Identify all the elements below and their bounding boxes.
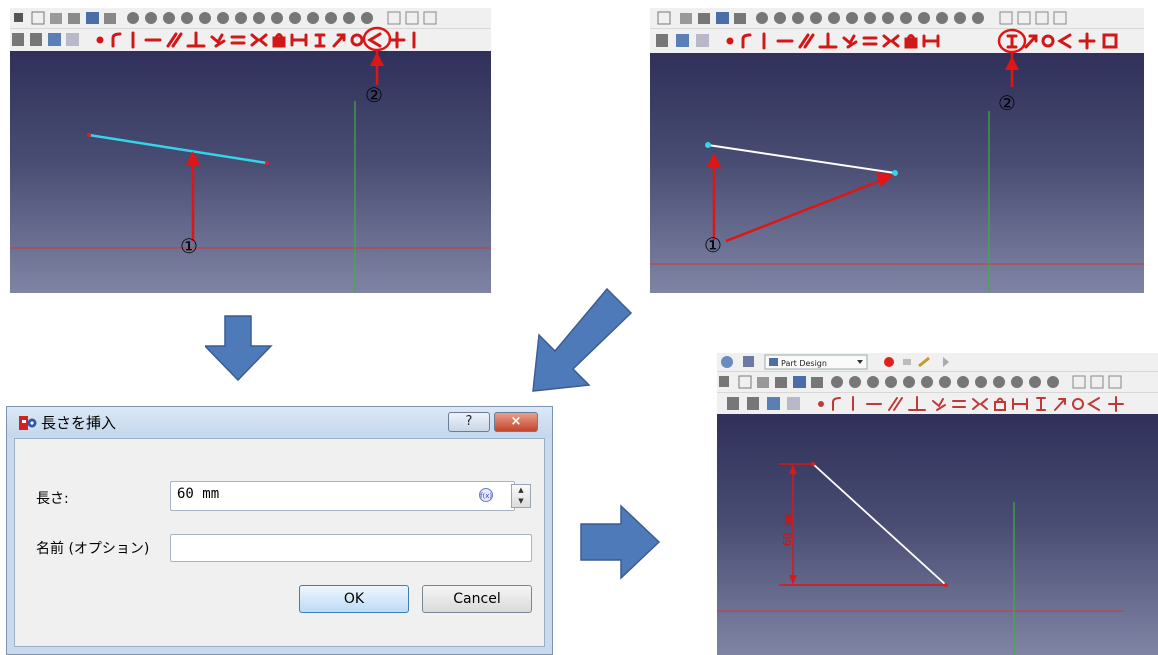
line-end-point — [265, 161, 269, 165]
sketch-canvas — [10, 51, 491, 293]
arrow-head-2 — [370, 52, 384, 66]
sketcher-constraint-icons — [727, 396, 1124, 412]
pointer-arrow-1b — [725, 178, 883, 243]
highlight-overlay — [997, 28, 1027, 70]
freecad-logo-icon — [19, 416, 37, 430]
3d-viewport[interactable]: 60 mm — [717, 414, 1158, 655]
workbench-toolbar-icons: Part Design — [721, 354, 949, 370]
panel-two-points-selected: ① ② — [650, 8, 1144, 293]
dialog-body: 長さ: 60 mm f(x) ▲ ▼ 名前 (オプション) OK Cancel — [14, 438, 545, 647]
view-toolbar — [717, 372, 1158, 393]
close-button[interactable]: × — [494, 412, 538, 432]
view-toolbar-icons — [719, 375, 1122, 389]
dialog-titlebar[interactable]: 長さを挿入 ? × — [7, 407, 552, 437]
3d-viewport[interactable]: ① ② — [650, 53, 1144, 293]
length-label: 長さ: — [36, 491, 69, 507]
length-input[interactable]: 60 mm f(x) — [170, 481, 515, 511]
name-label: 名前 (オプション) — [36, 541, 150, 557]
icon-highlight-circle — [362, 26, 392, 52]
formula-icon[interactable]: f(x) — [479, 488, 493, 502]
dimension-value[interactable]: 60 mm — [781, 513, 794, 546]
arrow-head-2 — [1005, 56, 1019, 70]
dialog-title: 長さを挿入 — [41, 414, 117, 432]
sketcher-toolbar — [717, 393, 1158, 415]
insert-length-dialog: 長さを挿入 ? × 長さ: 60 mm f(x) ▲ ▼ 名前 (オプション) O… — [6, 406, 553, 655]
vertical-distance-constraint — [779, 463, 946, 586]
right-flow-arrow — [580, 504, 661, 580]
length-spinbox-icon[interactable]: ▲ ▼ — [511, 484, 531, 508]
help-button[interactable]: ? — [448, 412, 490, 432]
panel-result: Part Design 60 mm — [717, 353, 1158, 655]
ok-button[interactable]: OK — [299, 585, 409, 613]
step-marker-2: ② — [998, 91, 1016, 115]
sketch-canvas — [650, 53, 1144, 293]
diagonal-flow-arrow — [532, 287, 633, 392]
workbench-selector: Part Design — [781, 359, 827, 368]
highlight-overlay — [362, 26, 392, 66]
workbench-toolbar: Part Design — [717, 353, 1158, 372]
down-flow-arrow — [205, 315, 273, 382]
cancel-button[interactable]: Cancel — [422, 585, 532, 613]
name-input[interactable] — [170, 534, 532, 562]
panel-before-selection: ① ② — [10, 8, 491, 293]
step-marker-1: ① — [180, 234, 198, 258]
sketch-line — [707, 144, 896, 174]
sketch-line — [812, 463, 947, 586]
line-start-point — [87, 133, 91, 137]
step-marker-2: ② — [365, 83, 383, 107]
selected-sketch-line — [88, 133, 268, 165]
icon-highlight-circle — [997, 28, 1027, 54]
3d-viewport[interactable]: ① ② — [10, 51, 491, 293]
step-marker-1: ① — [704, 233, 722, 257]
length-value: 60 mm — [177, 486, 220, 502]
selected-point-1 — [705, 142, 711, 148]
